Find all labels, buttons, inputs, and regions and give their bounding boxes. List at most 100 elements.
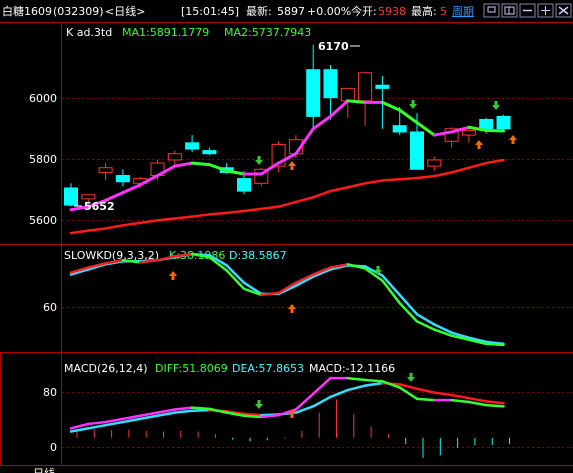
ma2-line: [190, 213, 211, 218]
restore-icon[interactable]: [483, 3, 500, 18]
ma2-line: [329, 186, 350, 193]
candle-body: [81, 194, 96, 200]
ma2-line: [225, 209, 246, 215]
ma2-line: [294, 196, 315, 204]
macd-y-tick-80: 80: [43, 386, 57, 399]
macd-dea-line: [311, 395, 332, 408]
high-label: 最高:: [411, 4, 437, 18]
period-label: <日线>: [105, 4, 145, 18]
close-icon[interactable]: [555, 3, 572, 18]
buy-signal-icon: [509, 135, 517, 144]
macd-diff-line: [87, 420, 107, 426]
symbol-label: 白糖1609: [2, 4, 52, 18]
macd-diff-line: [415, 397, 436, 402]
buy-signal-icon: [288, 161, 296, 170]
candle-body: [410, 131, 424, 170]
sell-signal-icon: [409, 100, 417, 109]
candle-body: [237, 178, 251, 192]
sell-signal-icon: [492, 101, 500, 110]
y-tick-5800: 5800: [29, 153, 57, 166]
ma2-line: [363, 179, 384, 185]
ma1-line: [398, 108, 419, 125]
ma2-line: [467, 161, 488, 169]
window-controls: [483, 3, 572, 18]
candle-body: [375, 84, 390, 89]
candlestick-chart: [64, 44, 517, 235]
ma2-line: [277, 200, 298, 208]
ma1-line: [329, 99, 350, 118]
macd-dea-line: [484, 400, 505, 405]
candle-body: [323, 69, 338, 99]
ma2-line: [87, 227, 107, 232]
candle-body: [185, 142, 200, 150]
macd-dea-line: [415, 387, 436, 394]
kd-d-label: D:38.5867: [229, 249, 287, 262]
macd-dea-line: [363, 381, 384, 387]
candle-body: [358, 72, 373, 102]
ma1-line: [173, 161, 194, 168]
macd-diff-line: [190, 406, 211, 411]
ma2-line: [242, 207, 263, 213]
sell-signal-icon: [407, 373, 415, 382]
buy-signal-icon: [169, 271, 177, 280]
symbol-code: (032309): [53, 5, 104, 18]
ma1-line: [121, 183, 142, 195]
ma2-line: [260, 205, 280, 211]
ma1-line: [259, 161, 281, 176]
ma2-line: [346, 182, 367, 189]
candle-body: [461, 129, 476, 136]
candle-body: [340, 87, 355, 102]
macd-diff-label: DIFF:51.8069: [155, 362, 228, 375]
period-button[interactable]: 周期: [452, 5, 474, 18]
zoom-out-icon[interactable]: [519, 3, 536, 18]
macd-dea-line: [467, 396, 488, 403]
kd-indicator-chart: [69, 252, 505, 347]
latest-value: 5897: [277, 5, 305, 18]
macd-dea-line: [190, 408, 211, 413]
macd-panel-title: MACD(26,12,4): [64, 362, 148, 375]
macd-dea-line: [173, 409, 194, 414]
candle-body: [427, 159, 442, 167]
macd-diff-line: [242, 414, 263, 419]
macd-diff-line: [484, 403, 505, 408]
ma2-line: [208, 211, 228, 216]
ma2-line: [311, 189, 332, 199]
bottom-period-label: 日线: [33, 466, 55, 473]
chart-stage: 白糖1609 (032309) <日线> [15:01:45] 最新: 5897…: [0, 0, 573, 473]
layout-icon[interactable]: [501, 3, 518, 18]
macd-diff-line: [363, 378, 384, 383]
panel-frame: [0, 22, 573, 466]
buy-signal-icon: [475, 140, 483, 149]
macd-diff-line: [346, 376, 367, 382]
low-annotation-label: 5652: [84, 200, 115, 213]
split-icon[interactable]: [537, 3, 554, 18]
high-value: 5: [440, 5, 447, 18]
high-annotation-label: 6170: [318, 40, 349, 53]
main-panel-title: K ad.3td: [66, 26, 112, 39]
macd-dea-line: [433, 391, 453, 397]
ma1-line: [380, 100, 402, 112]
ma1-label: MA1:5891.1779: [122, 26, 209, 39]
sell-signal-icon: [255, 156, 263, 165]
open-value: 5938: [378, 5, 406, 18]
macd-diff-line: [311, 376, 332, 396]
macd-diff-line: [173, 406, 194, 411]
macd-dea-line: [329, 388, 350, 399]
macd-dea-line: [450, 393, 471, 400]
macd-dea-line: [346, 384, 367, 392]
macd-diff-line: [467, 400, 488, 407]
candle-body: [98, 167, 113, 173]
candle-body: [496, 115, 511, 130]
ma2-line: [104, 224, 125, 230]
ma1-line: [311, 114, 332, 131]
ma2-line: [450, 166, 471, 174]
time-label: [15:01:45]: [181, 5, 239, 18]
ma2-line: [173, 215, 194, 220]
latest-label: 最新:: [246, 4, 272, 18]
ma2-line: [398, 176, 419, 181]
candle-body: [115, 175, 130, 183]
ma2-line: [433, 171, 453, 178]
ma1-line: [190, 161, 211, 167]
change-value: +0.00%: [307, 5, 351, 18]
macd-diff-line: [450, 398, 471, 404]
